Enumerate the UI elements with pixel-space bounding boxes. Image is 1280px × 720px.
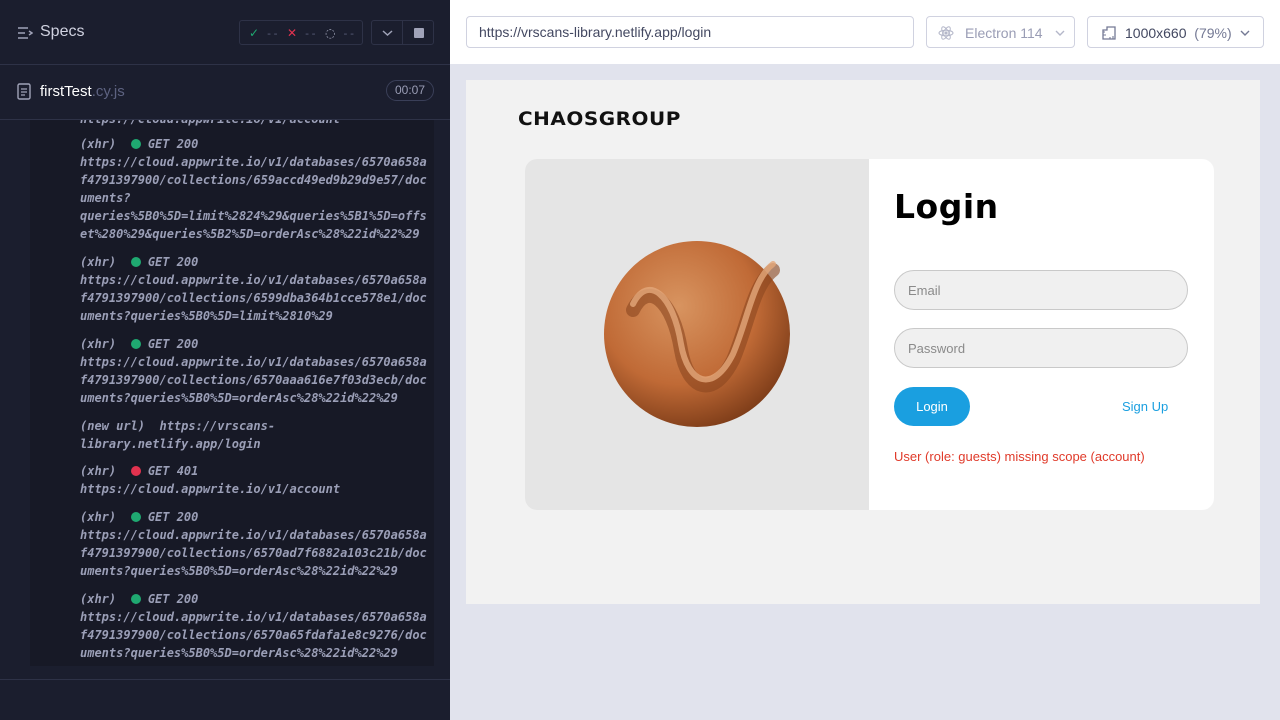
log-url-line: https://cloud.appwrite.io/v1/databases/6… [80, 528, 427, 542]
chaosgroup-logo[interactable]: CHAOSGROUP [518, 108, 681, 130]
test-stats: ✓ -- ✕ -- ◌ -- [239, 20, 363, 45]
stop-icon [414, 28, 424, 38]
chevron-down-icon [1055, 30, 1065, 36]
spec-file-name[interactable]: firstTest.cy.js [40, 83, 125, 100]
viewport-size: 1000x660 (79%) [1125, 25, 1232, 41]
log-type: (xhr) [80, 337, 117, 351]
material-sphere-image [604, 241, 790, 427]
log-url-line: https://cloud.appwrite.io/v1/databases/6… [80, 273, 427, 287]
log-url-start: https://vrscans- [159, 419, 276, 433]
cross-icon: ✕ [287, 26, 298, 40]
spec-file-ext: .cy.js [91, 83, 125, 100]
log-url-line: uments?queries%5B0%5D=orderAsc%28%22id%2… [80, 564, 398, 578]
password-field[interactable] [894, 328, 1188, 368]
aut-panel: https://vrscans-library.netlify.app/logi… [450, 0, 1280, 720]
url-bar[interactable]: https://vrscans-library.netlify.app/logi… [466, 16, 914, 48]
log-url-line: https://cloud.appwrite.io/v1/account [80, 482, 341, 496]
log-entry-header[interactable]: (xhr) GET 200 [80, 508, 198, 526]
error-message: User (role: guests) missing scope (accou… [894, 449, 1145, 464]
log-cutoff-line: https://cloud.appwrite.io/v1/account [80, 120, 340, 128]
command-log-panel: Specs ✓ -- ✕ -- ◌ -- firstTest.cy.js 00:… [0, 0, 450, 720]
chevron-down-icon [1240, 30, 1250, 36]
log-method: GET 200 [147, 510, 199, 524]
status-dot-icon [130, 466, 141, 476]
log-method: GET 200 [147, 137, 199, 151]
log-entry-header[interactable]: (xhr) GET 200 [80, 335, 198, 353]
log-url-line: queries%5B0%5D=limit%2824%29&queries%5B1… [80, 209, 427, 223]
duration-badge: 00:07 [386, 80, 434, 101]
spec-file-base: firstTest [40, 83, 92, 100]
log-method: GET 200 [147, 255, 199, 269]
pending-stat: ◌ -- [325, 26, 355, 40]
log-url-line: uments?queries%5B0%5D=orderAsc%28%22id%2… [80, 391, 398, 405]
log-method: GET 200 [147, 337, 199, 351]
log-url-line: library.netlify.app/login [80, 437, 261, 451]
log-url-line: f4791397900/collections/6599dba364b1cce5… [80, 291, 427, 305]
status-dot-icon [130, 339, 141, 349]
status-dot-icon [130, 594, 141, 604]
specs-header: Specs ✓ -- ✕ -- ◌ -- [0, 0, 450, 65]
log-entry-header[interactable]: (xhr) GET 401 [80, 462, 198, 480]
electron-icon [938, 26, 954, 40]
log-method: GET 401 [147, 464, 199, 478]
specs-title[interactable]: Specs [40, 23, 84, 41]
document-icon [17, 83, 31, 100]
email-field[interactable] [894, 270, 1188, 310]
status-dot-icon [130, 139, 141, 149]
viewport-dimensions: 1000x660 [1125, 25, 1187, 41]
log-url-line: https://cloud.appwrite.io/v1/databases/6… [80, 355, 427, 369]
log-entry-header[interactable]: (new url) https://vrscans- [80, 417, 275, 435]
browser-selector[interactable]: Electron 114 [926, 16, 1075, 48]
login-card: Login Login Sign Up User (role: guests) … [525, 159, 1214, 510]
log-url-line: et%280%29&queries%5B2%5D=orderAsc%28%22i… [80, 227, 420, 241]
log-type: (new url) [80, 419, 146, 433]
login-button[interactable]: Login [894, 387, 970, 426]
log-type: (xhr) [80, 464, 117, 478]
log-entry-header[interactable]: (xhr) GET 200 [80, 253, 198, 271]
log-method: GET 200 [147, 592, 199, 606]
log-url-line: uments? [80, 191, 131, 205]
login-heading: Login [894, 187, 999, 226]
log-entry-header[interactable]: (xhr) GET 200 [80, 590, 198, 608]
signup-link[interactable]: Sign Up [1122, 399, 1168, 414]
viewport-zoom: (79%) [1194, 25, 1232, 41]
stop-button[interactable] [402, 20, 434, 45]
login-form: Login Login Sign Up User (role: guests) … [869, 159, 1214, 510]
failed-count: -- [303, 27, 317, 40]
log-url-line: f4791397900/collections/6570a65fdafa1e8c… [80, 628, 427, 642]
log-type: (xhr) [80, 255, 117, 269]
chevron-down-icon [382, 30, 393, 37]
log-url-line: f4791397900/collections/6570ad7f6882a103… [80, 546, 427, 560]
browser-name: Electron 114 [965, 25, 1043, 41]
command-log[interactable]: https://cloud.appwrite.io/v1/account (xh… [30, 120, 434, 666]
log-type: (xhr) [80, 592, 117, 606]
log-url-line: uments?queries%5B0%5D=orderAsc%28%22id%2… [80, 646, 398, 660]
viewport-selector[interactable]: 1000x660 (79%) [1087, 16, 1264, 48]
passed-stat: ✓ -- [249, 26, 279, 40]
spinner-icon: ◌ [325, 26, 336, 40]
status-dot-icon [130, 257, 141, 267]
log-url-line: https://cloud.appwrite.io/v1/databases/6… [80, 610, 427, 624]
ruler-icon [1102, 26, 1116, 40]
passed-count: -- [265, 27, 279, 40]
log-type: (xhr) [80, 510, 117, 524]
log-url-line: f4791397900/collections/6570aaa616e7f03d… [80, 373, 427, 387]
panel-divider [0, 679, 450, 680]
status-dot-icon [130, 512, 141, 522]
browser-toolbar: https://vrscans-library.netlify.app/logi… [450, 0, 1280, 64]
spec-file-row: firstTest.cy.js 00:07 [0, 65, 450, 120]
specs-list-icon[interactable] [17, 26, 33, 40]
log-url-line: uments?queries%5B0%5D=limit%2810%29 [80, 309, 333, 323]
log-url-line: https://cloud.appwrite.io/v1/databases/6… [80, 155, 427, 169]
app-viewport: CHAOSGROUP Login Email Login Sign Up Use… [466, 80, 1260, 604]
failed-stat: ✕ -- [287, 26, 317, 40]
log-url-line: f4791397900/collections/659accd49ed9b29d… [80, 173, 427, 187]
toggle-auto-scroll-button[interactable] [371, 20, 403, 45]
pending-count: -- [342, 27, 356, 40]
material-preview [525, 159, 869, 510]
log-type: (xhr) [80, 137, 117, 151]
log-entry-header[interactable]: (xhr) GET 200 [80, 135, 198, 153]
check-icon: ✓ [249, 26, 260, 40]
